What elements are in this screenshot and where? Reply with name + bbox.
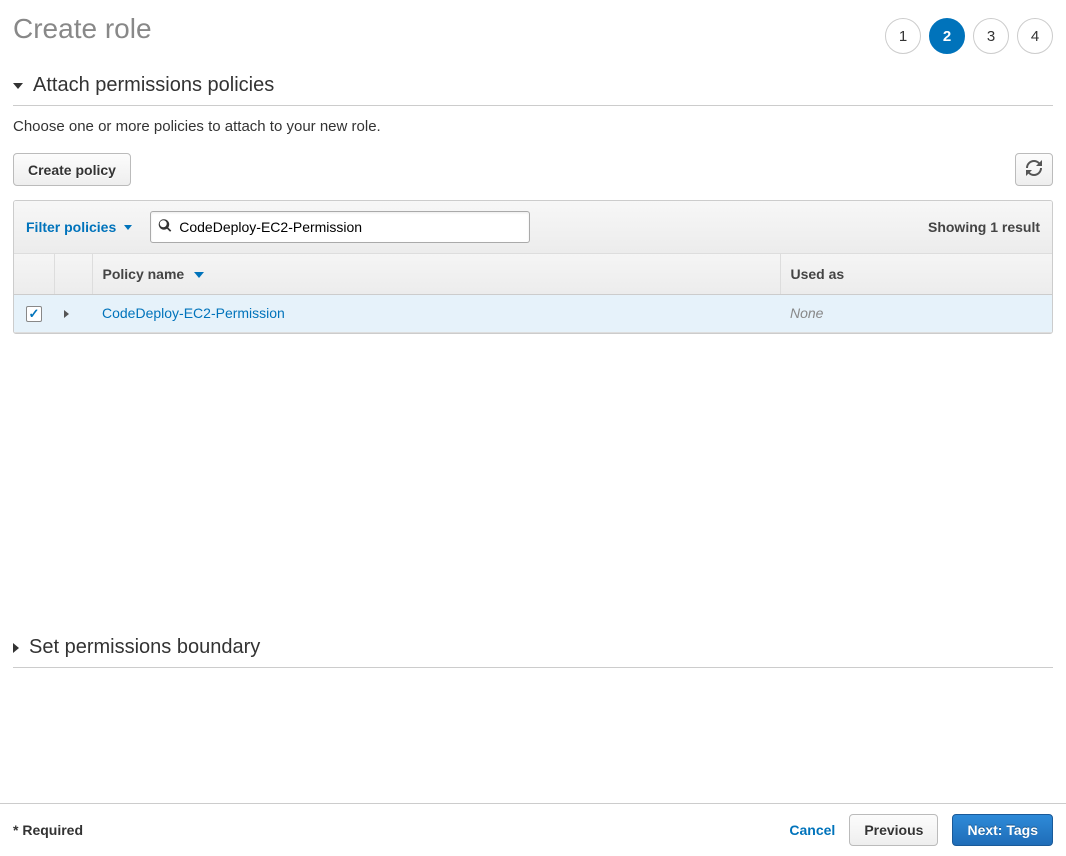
used-as-value: None (790, 305, 823, 321)
row-policy-name-cell: CodeDeploy-EC2-Permission (92, 295, 780, 333)
filter-bar: Filter policies Showing 1 result (14, 201, 1052, 254)
policy-table: Policy name Used as (14, 254, 1052, 333)
page-title: Create role (13, 13, 152, 45)
boundary-section: Set permissions boundary (13, 636, 1053, 680)
toolbar: Create policy (13, 153, 1053, 186)
next-button[interactable]: Next: Tags (952, 814, 1053, 846)
column-header-policy-name[interactable]: Policy name (92, 254, 780, 295)
row-checkbox[interactable] (26, 306, 42, 322)
table-row[interactable]: CodeDeploy-EC2-Permission None (14, 295, 1052, 333)
result-count: Showing 1 result (928, 219, 1040, 235)
refresh-icon (1026, 160, 1042, 179)
attach-section-header[interactable]: Attach permissions policies (13, 74, 1053, 106)
caret-down-icon (13, 83, 23, 89)
filter-policies-label: Filter policies (26, 219, 116, 235)
step-2[interactable]: 2 (929, 18, 965, 54)
search-icon (158, 219, 172, 236)
expand-caret-icon[interactable] (64, 310, 69, 318)
caret-right-icon (13, 643, 19, 653)
search-wrap (150, 211, 530, 243)
previous-button[interactable]: Previous (849, 814, 938, 846)
footer: * Required Cancel Previous Next: Tags (0, 803, 1066, 856)
search-input[interactable] (150, 211, 530, 243)
required-label: * Required (13, 822, 83, 838)
filter-policies-link[interactable]: Filter policies (26, 219, 132, 235)
column-header-used-as[interactable]: Used as (780, 254, 1052, 295)
row-used-as-cell: None (780, 295, 1052, 333)
column-header-expand (54, 254, 92, 295)
footer-actions: Cancel Previous Next: Tags (789, 814, 1053, 846)
refresh-button[interactable] (1015, 153, 1053, 186)
attach-section-title: Attach permissions policies (33, 74, 274, 97)
cancel-button[interactable]: Cancel (789, 822, 835, 838)
row-checkbox-cell (14, 295, 54, 333)
boundary-section-header[interactable]: Set permissions boundary (13, 636, 1053, 668)
step-4[interactable]: 4 (1017, 18, 1053, 54)
header-row: Create role 1 2 3 4 (13, 13, 1053, 54)
sort-indicator-icon (194, 272, 204, 278)
stepper: 1 2 3 4 (885, 13, 1053, 54)
column-header-checkbox (14, 254, 54, 295)
step-3[interactable]: 3 (973, 18, 1009, 54)
policy-name-header-label: Policy name (103, 266, 185, 282)
create-policy-button[interactable]: Create policy (13, 153, 131, 186)
policy-name-link[interactable]: CodeDeploy-EC2-Permission (102, 305, 285, 321)
row-expand-cell (54, 295, 92, 333)
step-1[interactable]: 1 (885, 18, 921, 54)
chevron-down-icon (124, 225, 132, 230)
policy-table-wrap: Filter policies Showing 1 result Policy … (13, 200, 1053, 334)
attach-section-description: Choose one or more policies to attach to… (13, 118, 1053, 135)
boundary-section-title: Set permissions boundary (29, 636, 260, 659)
